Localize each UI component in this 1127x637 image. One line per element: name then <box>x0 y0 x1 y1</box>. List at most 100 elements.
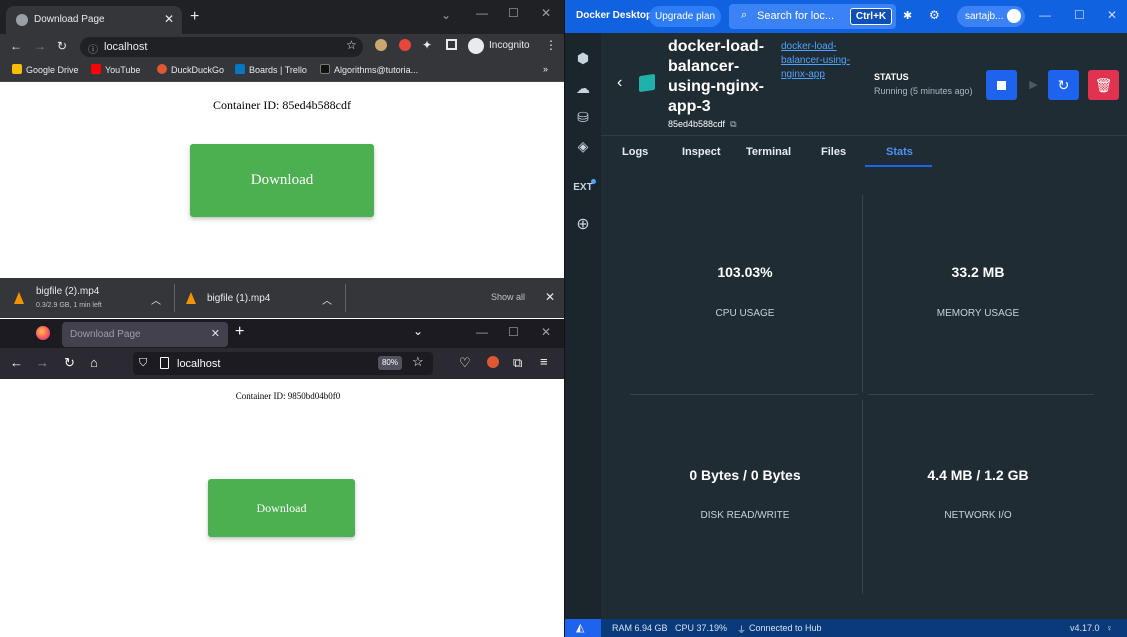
volumes-icon[interactable]: ⛁ <box>573 109 593 129</box>
image-link[interactable]: docker-load-balancer-using-nginx-app <box>781 40 861 82</box>
puzzle-icon[interactable]: ✦ <box>422 38 432 52</box>
tab-inspect[interactable]: Inspect <box>682 146 721 158</box>
shield-icon[interactable]: ⛉ <box>139 357 147 370</box>
close-tab-icon[interactable]: ✕ <box>164 12 174 26</box>
back-arrow-icon[interactable]: ← <box>10 355 23 370</box>
chevron-up-icon[interactable]: ︿ <box>322 292 332 307</box>
cpu-usage-footer: CPU 37.19% <box>675 623 728 633</box>
chevron-up-icon[interactable]: ︿ <box>151 292 161 307</box>
bookmark-duckduckgo[interactable]: DuckDuckGo <box>157 64 224 75</box>
chrome-tab[interactable]: Download Page ✕ <box>6 6 182 34</box>
containers-icon[interactable]: ⬢ <box>573 50 593 70</box>
minimize-button[interactable]: — <box>476 325 488 339</box>
gear-icon[interactable]: ⚙ <box>929 8 940 22</box>
start-button[interactable]: ▶ <box>1018 70 1049 100</box>
maximize-button[interactable]: ☐ <box>508 6 519 20</box>
stop-icon <box>997 81 1006 90</box>
grid-divider <box>868 394 1094 395</box>
forward-arrow-icon[interactable]: → <box>34 39 46 53</box>
bookmark-star-icon[interactable]: ☆ <box>412 354 424 370</box>
copy-icon[interactable]: ⧉ <box>730 119 736 129</box>
reload-icon[interactable]: ↻ <box>57 39 67 53</box>
upgrade-plan-button[interactable]: Upgrade plan <box>649 6 721 27</box>
bookmarks-overflow-icon[interactable]: » <box>543 64 548 74</box>
container-hash-text: 85ed4b588cdf <box>668 119 726 129</box>
restart-button[interactable]: ↻ <box>1048 70 1079 100</box>
chevron-down-icon[interactable]: ⌄ <box>441 8 451 22</box>
firefox-url-text: localhost <box>177 358 221 370</box>
hamburger-menu-icon[interactable]: ≡ <box>540 354 548 369</box>
maximize-button[interactable]: ☐ <box>1074 8 1085 22</box>
download-button[interactable]: Download <box>190 144 374 217</box>
reload-icon[interactable]: ↻ <box>64 355 75 371</box>
bookmark-label: Algorithms@tutoria... <box>334 65 419 75</box>
new-tab-button[interactable]: + <box>235 323 244 341</box>
firefox-tab-title: Download Page <box>70 329 141 340</box>
firefox-tab[interactable]: Download Page ✕ <box>62 322 228 347</box>
list-tabs-icon[interactable]: ⌄ <box>413 324 423 338</box>
home-icon[interactable]: ⌂ <box>90 355 98 370</box>
back-chevron-icon[interactable]: ‹ <box>617 74 622 92</box>
bookmark-star-icon[interactable]: ☆ <box>346 38 357 52</box>
extension-icon[interactable] <box>399 39 411 51</box>
tab-terminal[interactable]: Terminal <box>746 146 791 158</box>
download-button[interactable]: Download <box>208 479 355 537</box>
bookmark-youtube[interactable]: YouTube <box>91 64 140 75</box>
bug-icon[interactable]: ✱ <box>903 9 912 22</box>
chrome-address-bar[interactable]: ⓘ localhost <box>80 37 363 57</box>
notifications-icon[interactable]: ♀ <box>1106 623 1113 633</box>
pocket-icon[interactable]: ♡ <box>459 355 471 371</box>
delete-button[interactable]: 🗑 <box>1088 70 1119 100</box>
bookmark-trello[interactable]: Boards | Trello <box>235 64 307 75</box>
firefox-page: Container ID: 9850bd04b0f0 Download <box>0 379 564 637</box>
memory-usage-value: 33.2 MB <box>951 264 1005 280</box>
cloud-icon[interactable]: ☁ <box>573 80 593 100</box>
show-all-button[interactable]: Show all <box>491 292 525 302</box>
disk-rw-value: 0 Bytes / 0 Bytes <box>689 467 801 483</box>
add-extension-icon[interactable]: ⊕ <box>573 214 593 234</box>
close-window-button[interactable]: ✕ <box>1107 8 1117 22</box>
close-shelf-icon[interactable]: ✕ <box>545 290 555 304</box>
duckduckgo-icon <box>157 64 167 74</box>
tab-logs[interactable]: Logs <box>622 146 648 158</box>
extensions-label[interactable]: EXT <box>571 182 595 202</box>
builds-icon[interactable]: ◈ <box>573 138 593 158</box>
vlc-icon <box>186 292 196 304</box>
incognito-icon <box>468 38 484 54</box>
close-tab-icon[interactable]: ✕ <box>211 327 220 340</box>
tab-stats[interactable]: Stats <box>886 146 913 158</box>
extensions-icon[interactable]: ⧉ <box>513 355 522 371</box>
back-arrow-icon[interactable]: ← <box>10 39 22 53</box>
download-item[interactable]: bigfile (2).mp4 0.3/2.9 GB, 1 min left ︿ <box>0 278 174 318</box>
user-account-button[interactable]: sartajb... <box>957 6 1026 27</box>
forward-arrow-icon[interactable]: → <box>36 355 49 370</box>
bookmark-algorithms[interactable]: Algorithms@tutoria... <box>320 64 418 75</box>
zoom-level-badge[interactable]: 80% <box>378 356 402 370</box>
extension-icon[interactable] <box>375 39 387 51</box>
minimize-button[interactable]: — <box>476 6 488 20</box>
chrome-window: Download Page ✕ + ⌄ — ☐ ✕ ← → ↻ ⓘ localh… <box>0 0 564 318</box>
trello-icon <box>235 64 245 74</box>
stop-button[interactable] <box>986 70 1017 100</box>
minimize-button[interactable]: — <box>1039 8 1051 22</box>
search-bar[interactable]: ⌕ Search for loc... Ctrl+K <box>729 4 896 29</box>
container-cube-icon <box>639 73 655 93</box>
status-footer: ◭ RAM 6.94 GB CPU 37.19% ⏚ Connected to … <box>565 619 1127 637</box>
bookmark-google-drive[interactable]: Google Drive <box>12 64 79 75</box>
tutorial-icon <box>320 64 330 74</box>
docker-whale-icon[interactable]: ◭ <box>565 619 601 637</box>
bookmark-label: YouTube <box>105 65 141 75</box>
close-window-button[interactable]: ✕ <box>541 325 551 339</box>
new-tab-button[interactable]: + <box>190 8 199 26</box>
grid-divider <box>862 195 863 392</box>
close-window-button[interactable]: ✕ <box>541 6 551 20</box>
duckduckgo-icon[interactable] <box>487 356 499 368</box>
side-panel-icon[interactable] <box>446 39 457 50</box>
tab-files[interactable]: Files <box>821 146 846 158</box>
download-item[interactable]: bigfile (1).mp4 ︿ <box>175 278 345 318</box>
info-icon[interactable]: ⓘ <box>88 41 98 56</box>
kebab-menu-icon[interactable]: ⋮ <box>545 38 557 52</box>
drive-icon <box>12 64 22 74</box>
maximize-button[interactable]: ☐ <box>508 325 519 339</box>
firefox-logo-icon <box>36 326 50 340</box>
